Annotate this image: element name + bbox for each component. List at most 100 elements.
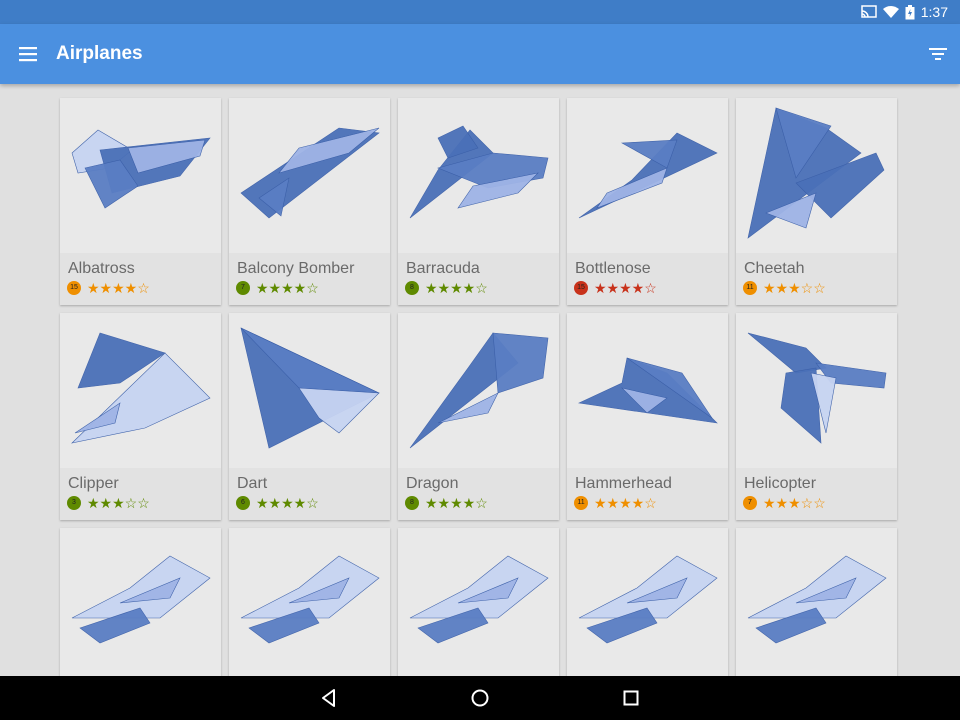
- airplane-card[interactable]: Dart 6 ★★★★☆: [229, 313, 390, 520]
- app-bar: Airplanes: [0, 24, 960, 84]
- airplane-card[interactable]: Albatross 15 ★★★★☆: [60, 98, 221, 305]
- airplane-card[interactable]: [567, 528, 728, 676]
- menu-icon: [19, 47, 37, 62]
- status-bar: 1:37: [0, 0, 960, 24]
- rating-row: 8 ★★★★☆: [405, 496, 488, 510]
- rating-row: 15 ★★★★☆: [574, 281, 657, 295]
- airplane-card[interactable]: Bottlenose 15 ★★★★☆: [567, 98, 728, 305]
- star-rating: ★★★★☆: [594, 280, 657, 296]
- rating-row: 7 ★★★☆☆: [743, 496, 826, 510]
- star-rating: ★★★☆☆: [763, 280, 826, 296]
- airplane-card[interactable]: Balcony Bomber 7 ★★★★☆: [229, 98, 390, 305]
- paper-plane-icon: [578, 555, 718, 644]
- airplane-card[interactable]: Cheetah 11 ★★★☆☆: [736, 98, 897, 305]
- airplane-name: Albatross: [68, 260, 135, 277]
- airplane-card[interactable]: Hammerhead 11 ★★★★☆: [567, 313, 728, 520]
- dragon-plane-icon: [409, 332, 549, 449]
- recents-icon: [623, 690, 639, 706]
- rating-row: 7 ★★★★☆: [236, 281, 319, 295]
- rating-row: 11 ★★★☆☆: [743, 281, 826, 295]
- difficulty-badge: 7: [743, 496, 757, 510]
- balcony-bomber-plane-image: [229, 98, 390, 253]
- clipper-plane-icon: [71, 332, 211, 444]
- difficulty-badge: 15: [574, 281, 588, 295]
- airplane-name: Cheetah: [744, 260, 805, 277]
- wifi-icon: [882, 5, 899, 19]
- airplane-name: Bottlenose: [575, 260, 651, 277]
- airplane-card[interactable]: [736, 528, 897, 676]
- airplane-card[interactable]: Clipper 3 ★★★☆☆: [60, 313, 221, 520]
- paper-plane-image: [229, 528, 390, 676]
- hammerhead-plane-image: [567, 313, 728, 468]
- helicopter-plane-image: [736, 313, 897, 468]
- paper-plane-image: [60, 528, 221, 676]
- clock: 1:37: [920, 4, 948, 20]
- airplane-card[interactable]: Barracuda 8 ★★★★☆: [398, 98, 559, 305]
- recents-button[interactable]: [619, 686, 643, 710]
- difficulty-badge: 8: [405, 281, 419, 295]
- airplane-card[interactable]: [229, 528, 390, 676]
- difficulty-badge: 6: [236, 496, 250, 510]
- airplane-card[interactable]: [398, 528, 559, 676]
- card-footer: Balcony Bomber 7 ★★★★☆: [229, 253, 390, 305]
- star-rating: ★★★★☆: [425, 495, 488, 511]
- card-footer: Cheetah 11 ★★★☆☆: [736, 253, 897, 305]
- cheetah-plane-image: [736, 98, 897, 253]
- star-rating: ★★★★☆: [425, 280, 488, 296]
- battery-icon: [905, 4, 915, 20]
- paper-plane-image: [398, 528, 559, 676]
- star-rating: ★★★★☆: [256, 280, 319, 296]
- bottlenose-plane-image: [567, 98, 728, 253]
- helicopter-plane-icon: [747, 332, 887, 444]
- menu-button[interactable]: [14, 42, 42, 66]
- airplane-name: Helicopter: [744, 475, 817, 492]
- paper-plane-image: [736, 528, 897, 676]
- airplane-name: Clipper: [68, 475, 119, 492]
- airplane-card[interactable]: Dragon 8 ★★★★☆: [398, 313, 559, 520]
- back-icon: [322, 689, 335, 707]
- rating-row: 11 ★★★★☆: [574, 496, 657, 510]
- airplane-grid: Albatross 15 ★★★★☆ Balcony Bomber 7 ★★★★☆ Barr…: [60, 98, 900, 676]
- filter-button[interactable]: [926, 42, 950, 66]
- rating-row: 15 ★★★★☆: [67, 281, 150, 295]
- cast-icon: [861, 5, 877, 19]
- star-rating: ★★★★☆: [256, 495, 319, 511]
- home-icon: [471, 689, 489, 707]
- clipper-plane-image: [60, 313, 221, 468]
- home-button[interactable]: [468, 686, 492, 710]
- rating-row: 6 ★★★★☆: [236, 496, 319, 510]
- cheetah-plane-icon: [747, 107, 885, 239]
- navigation-bar: [0, 676, 960, 720]
- difficulty-badge: 11: [574, 496, 588, 510]
- bottlenose-plane-icon: [578, 132, 718, 219]
- airplane-card[interactable]: Helicopter 7 ★★★☆☆: [736, 313, 897, 520]
- albatross-plane-icon: [71, 129, 211, 209]
- paper-plane-image: [567, 528, 728, 676]
- star-rating: ★★★★☆: [594, 495, 657, 511]
- airplane-name: Balcony Bomber: [237, 260, 355, 277]
- airplane-card[interactable]: [60, 528, 221, 676]
- dart-plane-icon: [240, 327, 380, 449]
- difficulty-badge: 7: [236, 281, 250, 295]
- card-footer: Barracuda 8 ★★★★☆: [398, 253, 559, 305]
- back-button[interactable]: [317, 686, 341, 710]
- airplane-name: Dragon: [406, 475, 459, 492]
- card-footer: Dragon 8 ★★★★☆: [398, 468, 559, 520]
- paper-plane-icon: [747, 555, 887, 644]
- airplane-name: Dart: [237, 475, 268, 492]
- difficulty-badge: 15: [67, 281, 81, 295]
- card-footer: Helicopter 7 ★★★☆☆: [736, 468, 897, 520]
- card-footer: Albatross 15 ★★★★☆: [60, 253, 221, 305]
- filter-icon: [929, 48, 947, 60]
- paper-plane-icon: [409, 555, 549, 644]
- barracuda-plane-icon: [409, 125, 549, 219]
- rating-row: 3 ★★★☆☆: [67, 496, 150, 510]
- page-title: Airplanes: [56, 43, 143, 64]
- card-footer: Hammerhead 11 ★★★★☆: [567, 468, 728, 520]
- star-rating: ★★★★☆: [87, 280, 150, 296]
- card-footer: Clipper 3 ★★★☆☆: [60, 468, 221, 520]
- screen: 1:37 Airplanes Albatross 15 ★★★★☆ Balcony B…: [0, 0, 960, 720]
- star-rating: ★★★☆☆: [763, 495, 826, 511]
- status-icons: 1:37: [861, 0, 948, 24]
- airplane-list[interactable]: Albatross 15 ★★★★☆ Balcony Bomber 7 ★★★★☆ Barr…: [0, 84, 960, 676]
